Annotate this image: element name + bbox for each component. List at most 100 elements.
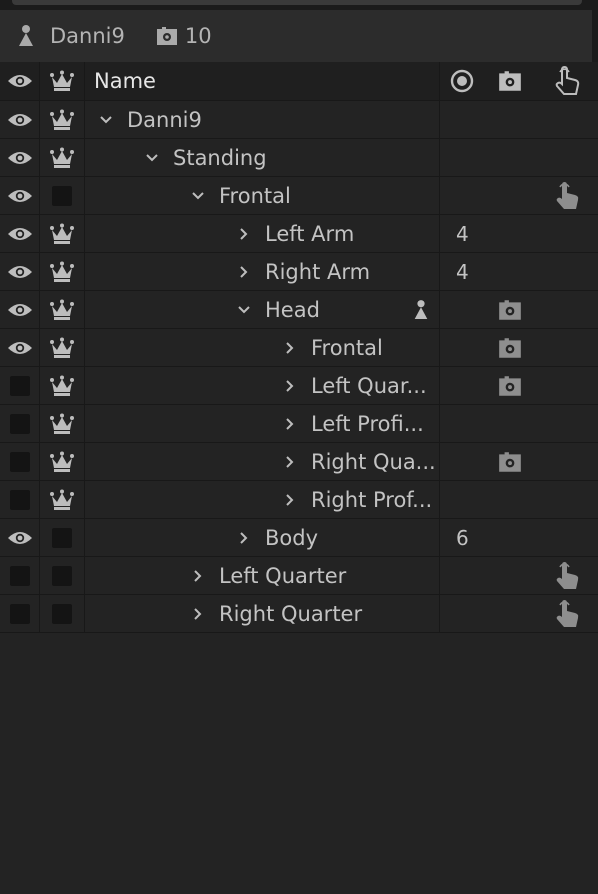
chevron-right-icon[interactable]	[283, 455, 297, 469]
camera-cell[interactable]	[484, 519, 536, 556]
layer-name-cell[interactable]: Right Qua...	[85, 443, 440, 480]
layer-row[interactable]: Standing	[0, 139, 598, 177]
origin-toggle[interactable]	[40, 291, 85, 328]
layer-row[interactable]: Head	[0, 291, 598, 329]
layer-name-cell[interactable]: Body	[85, 519, 440, 556]
layer-name-cell[interactable]: Right Arm	[85, 253, 440, 290]
trigger-cell[interactable]	[536, 405, 598, 442]
visibility-toggle[interactable]	[0, 253, 40, 290]
chevron-right-icon[interactable]	[283, 379, 297, 393]
layer-row[interactable]: Left Quarter	[0, 557, 598, 595]
visibility-column-header[interactable]	[0, 62, 40, 100]
trigger-cell[interactable]	[536, 139, 598, 176]
trigger-cell[interactable]	[536, 101, 598, 138]
visibility-toggle[interactable]	[0, 367, 40, 404]
trigger-cell[interactable]	[536, 595, 598, 632]
visibility-toggle[interactable]	[0, 139, 40, 176]
layer-row[interactable]: Danni9	[0, 101, 598, 139]
layer-row[interactable]: Right Quarter	[0, 595, 598, 633]
origin-column-header[interactable]	[40, 62, 85, 100]
layer-row[interactable]: Body 6	[0, 519, 598, 557]
visibility-toggle[interactable]	[0, 101, 40, 138]
camera-cell[interactable]	[484, 101, 536, 138]
layer-name-cell[interactable]: Left Quar...	[85, 367, 440, 404]
origin-toggle[interactable]	[40, 557, 85, 594]
camera-cell[interactable]	[484, 481, 536, 518]
origin-toggle[interactable]	[40, 101, 85, 138]
scrollbar-track[interactable]	[592, 0, 598, 62]
camera-cell[interactable]	[484, 177, 536, 214]
record-column-header[interactable]	[440, 62, 484, 100]
origin-toggle[interactable]	[40, 215, 85, 252]
origin-toggle[interactable]	[40, 405, 85, 442]
camera-cell[interactable]	[484, 405, 536, 442]
name-column-header[interactable]: Name	[85, 62, 440, 100]
layer-row[interactable]: Left Arm 4	[0, 215, 598, 253]
layer-row[interactable]: Left Profi...	[0, 405, 598, 443]
origin-toggle[interactable]	[40, 519, 85, 556]
layer-row[interactable]: Right Arm 4	[0, 253, 598, 291]
camera-column-header[interactable]	[484, 62, 536, 100]
chevron-right-icon[interactable]	[237, 531, 251, 545]
layer-name-cell[interactable]: Danni9	[85, 101, 440, 138]
visibility-toggle[interactable]	[0, 215, 40, 252]
visibility-toggle[interactable]	[0, 405, 40, 442]
visibility-toggle[interactable]	[0, 329, 40, 366]
layer-row[interactable]: Frontal	[0, 177, 598, 215]
chevron-down-icon[interactable]	[191, 189, 205, 203]
trigger-cell[interactable]	[536, 215, 598, 252]
layer-name-cell[interactable]: Left Profi...	[85, 405, 440, 442]
chevron-right-icon[interactable]	[191, 569, 205, 583]
origin-toggle[interactable]	[40, 329, 85, 366]
visibility-toggle[interactable]	[0, 177, 40, 214]
chevron-down-icon[interactable]	[145, 151, 159, 165]
chevron-down-icon[interactable]	[99, 113, 113, 127]
origin-toggle[interactable]	[40, 367, 85, 404]
origin-toggle[interactable]	[40, 595, 85, 632]
visibility-toggle[interactable]	[0, 519, 40, 556]
visibility-toggle[interactable]	[0, 443, 40, 480]
chevron-right-icon[interactable]	[283, 417, 297, 431]
camera-cell[interactable]	[484, 557, 536, 594]
trigger-cell[interactable]	[536, 367, 598, 404]
trigger-cell[interactable]	[536, 253, 598, 290]
layer-name-cell[interactable]: Frontal	[85, 177, 440, 214]
camera-cell[interactable]	[484, 443, 536, 480]
trigger-cell[interactable]	[536, 291, 598, 328]
layer-row[interactable]: Left Quar...	[0, 367, 598, 405]
layer-name-cell[interactable]: Left Quarter	[85, 557, 440, 594]
layer-name-cell[interactable]: Left Arm	[85, 215, 440, 252]
origin-toggle[interactable]	[40, 253, 85, 290]
chevron-down-icon[interactable]	[237, 303, 251, 317]
layer-row[interactable]: Right Prof...	[0, 481, 598, 519]
camera-cell[interactable]	[484, 215, 536, 252]
origin-toggle[interactable]	[40, 177, 85, 214]
camera-cell[interactable]	[484, 595, 536, 632]
visibility-toggle[interactable]	[0, 481, 40, 518]
chevron-right-icon[interactable]	[237, 227, 251, 241]
camera-cell[interactable]	[484, 139, 536, 176]
camera-cell[interactable]	[484, 367, 536, 404]
trigger-column-header[interactable]	[536, 62, 598, 100]
layer-name-cell[interactable]: Right Quarter	[85, 595, 440, 632]
origin-toggle[interactable]	[40, 139, 85, 176]
trigger-cell[interactable]	[536, 177, 598, 214]
camera-cell[interactable]	[484, 291, 536, 328]
trigger-cell[interactable]	[536, 481, 598, 518]
chevron-right-icon[interactable]	[283, 341, 297, 355]
layer-name-cell[interactable]: Right Prof...	[85, 481, 440, 518]
layer-name-cell[interactable]: Standing	[85, 139, 440, 176]
chevron-right-icon[interactable]	[283, 493, 297, 507]
trigger-cell[interactable]	[536, 443, 598, 480]
chevron-right-icon[interactable]	[191, 607, 205, 621]
layer-name-cell[interactable]: Frontal	[85, 329, 440, 366]
origin-toggle[interactable]	[40, 443, 85, 480]
chevron-right-icon[interactable]	[237, 265, 251, 279]
origin-toggle[interactable]	[40, 481, 85, 518]
layer-name-cell[interactable]: Head	[85, 291, 440, 328]
trigger-cell[interactable]	[536, 519, 598, 556]
layer-row[interactable]: Right Qua...	[0, 443, 598, 481]
visibility-toggle[interactable]	[0, 595, 40, 632]
layer-row[interactable]: Frontal	[0, 329, 598, 367]
visibility-toggle[interactable]	[0, 557, 40, 594]
